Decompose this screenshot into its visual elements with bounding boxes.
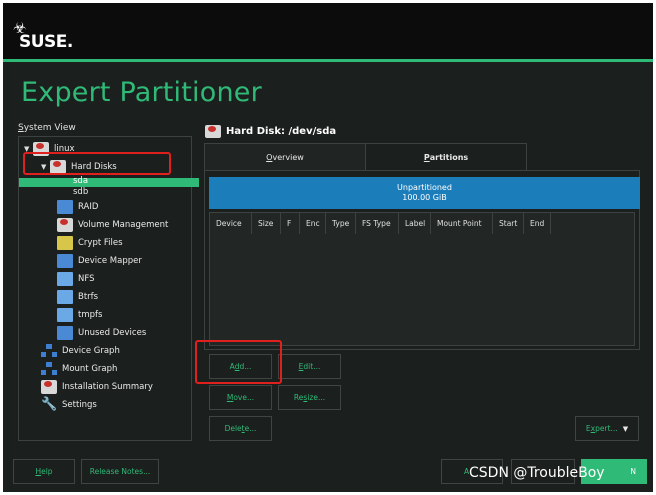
tree-item-installation-summary[interactable]: Installation Summary [41, 379, 153, 395]
device-graph-icon [41, 344, 57, 358]
device-mapper-icon [57, 254, 73, 268]
edit-button[interactable]: Edit... [278, 354, 341, 379]
system-view-label: System View [18, 123, 76, 133]
logo-text: SUSE. [19, 32, 73, 52]
tree-item-tmpfs[interactable]: tmpfs [57, 307, 102, 323]
crypt-files-icon [57, 236, 73, 250]
tree-item-volume-management[interactable]: Volume Management [57, 217, 168, 233]
tree-item-mount-graph[interactable]: Mount Graph [41, 361, 117, 377]
column-header-size[interactable]: Size [252, 213, 281, 234]
wrench-icon: 🔧 [41, 397, 58, 412]
delete-button[interactable]: Dele t e... [209, 416, 272, 441]
column-header-label[interactable]: Label [399, 213, 431, 234]
disk-heading: Hard Disk: /dev/sda [205, 125, 336, 138]
btrfs-folder-icon [57, 290, 73, 304]
column-header-device[interactable]: Device [210, 213, 252, 234]
column-header-fs-type[interactable]: FS Type [356, 213, 399, 234]
highlight-box-add [195, 340, 282, 384]
tree-item-device-graph[interactable]: Device Graph [41, 343, 120, 359]
nfs-folder-icon [57, 272, 73, 286]
column-header-start[interactable]: Start [493, 213, 524, 234]
help-button[interactable]: Help [13, 459, 75, 484]
watermark: CSDN @TroubleBoy [469, 465, 605, 481]
column-header-enc[interactable]: Enc [300, 213, 326, 234]
dropdown-arrow-icon: ▼ [622, 424, 629, 433]
page-title: Expert Partitioner [21, 77, 262, 108]
tmpfs-folder-icon [57, 308, 73, 322]
installation-summary-icon [41, 380, 57, 394]
tab-partitions[interactable]: Partitions [365, 143, 527, 171]
tree-item-unused-devices[interactable]: Unused Devices [57, 325, 146, 341]
tree-item-nfs[interactable]: NFS [57, 271, 95, 287]
tree-item-crypt-files[interactable]: Crypt Files [57, 235, 123, 251]
unused-devices-icon [57, 326, 73, 340]
tab-overview[interactable]: Overview [204, 143, 366, 171]
tree-item-btrfs[interactable]: Btrfs [57, 289, 98, 305]
column-header-end[interactable]: End [524, 213, 551, 234]
release-notes-button[interactable]: Release Notes... [81, 459, 159, 484]
raid-icon [57, 200, 73, 214]
expert-button[interactable]: Ex pert... ▼ [575, 416, 639, 441]
tree-item-device-mapper[interactable]: Device Mapper [57, 253, 142, 269]
highlight-box-hard-disks [23, 152, 171, 175]
tree-item-raid[interactable]: RAID [57, 199, 98, 215]
tree-item-sdb[interactable]: sdb [73, 186, 88, 197]
mount-graph-icon [41, 362, 57, 376]
installer-screen: ☣ SUSE. Expert Partitioner System View ▼… [3, 3, 653, 492]
tree-item-sda[interactable]: sda [73, 175, 88, 186]
resize-button[interactable]: Re s ize... [278, 385, 341, 410]
unpartitioned-bar[interactable]: Unpartitioned 100.00 GiB [209, 177, 640, 209]
column-header-type[interactable]: Type [326, 213, 356, 234]
suse-logo: ☣ SUSE. [13, 21, 75, 53]
column-header-f[interactable]: F [281, 213, 300, 234]
tree-item-settings[interactable]: 🔧 Settings [41, 397, 97, 413]
tree-selection-highlight [19, 178, 199, 187]
volume-management-icon [57, 218, 73, 232]
column-header-mount-point[interactable]: Mount Point [431, 213, 493, 234]
hard-disk-icon [205, 125, 221, 138]
partition-table[interactable]: Device Size F Enc Type FS Type Label Mou… [209, 212, 635, 346]
top-banner: ☣ SUSE. [3, 3, 653, 59]
move-button[interactable]: Move... [209, 385, 272, 410]
banner-accent-line [3, 59, 653, 62]
table-header: Device Size F Enc Type FS Type Label Mou… [210, 213, 634, 234]
